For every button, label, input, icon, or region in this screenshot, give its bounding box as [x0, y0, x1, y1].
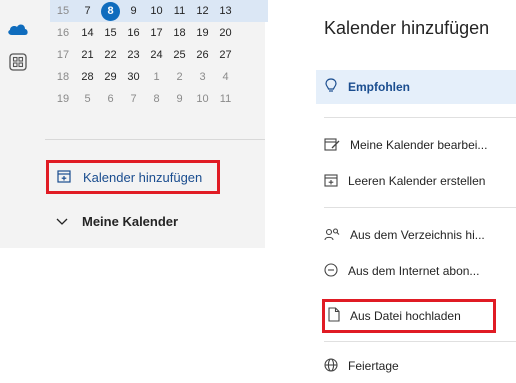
my-calendars-toggle[interactable]: Meine Kalender: [56, 210, 178, 232]
calendar-day[interactable]: 22: [99, 49, 122, 61]
calendar-day[interactable]: 26: [191, 49, 214, 61]
week-number: 16: [56, 27, 70, 39]
calendar-day[interactable]: 3: [191, 71, 214, 83]
calendar-week-row: 18 28 29 30 1 2 3 4: [50, 66, 268, 88]
nav-item-create-blank-calendar[interactable]: Leeren Kalender erstellen: [324, 164, 516, 198]
calendar-add-icon: [57, 169, 71, 186]
calendar-day[interactable]: 7: [122, 93, 145, 105]
calendar-day[interactable]: 21: [76, 49, 99, 61]
globe-icon: [324, 357, 338, 375]
calendar-day[interactable]: 28: [76, 71, 99, 83]
nav-item-subscribe-from-web[interactable]: Aus dem Internet abon...: [324, 254, 516, 288]
divider: [324, 117, 516, 118]
calendar-day[interactable]: 5: [76, 93, 99, 105]
lightbulb-icon: [324, 77, 338, 97]
calendar-day[interactable]: 7: [76, 5, 99, 17]
calendar-add-icon: [324, 173, 338, 190]
calendar-day[interactable]: 6: [99, 93, 122, 105]
calendar-day[interactable]: 10: [191, 93, 214, 105]
calendar-day[interactable]: 25: [168, 49, 191, 61]
apps-icon[interactable]: [9, 53, 27, 76]
calendar-week-row: 19 5 6 7 8 9 10 11: [50, 88, 268, 110]
divider: [324, 207, 516, 208]
calendar-day[interactable]: 24: [145, 49, 168, 61]
chevron-down-icon: [56, 214, 68, 229]
document-icon: [328, 307, 340, 325]
calendar-navigation-pane: 15 7 8 9 10 11 12 13 16 14 15 16 17 18 1…: [0, 0, 268, 248]
nav-item-holidays[interactable]: Feiertage: [324, 349, 516, 383]
calendar-day[interactable]: 11: [214, 93, 237, 105]
calendar-day-today[interactable]: 8: [99, 1, 122, 21]
my-calendars-label: Meine Kalender: [82, 213, 179, 229]
calendar-day[interactable]: 27: [214, 49, 237, 61]
calendar-day[interactable]: 20: [214, 27, 237, 39]
nav-item-from-directory[interactable]: Aus dem Verzeichnis hi...: [324, 218, 516, 252]
add-calendar-label: Kalender hinzufügen: [83, 169, 203, 185]
calendar-day[interactable]: 4: [214, 71, 237, 83]
calendar-day[interactable]: 2: [168, 71, 191, 83]
calendar-day[interactable]: 10: [145, 5, 168, 17]
edit-calendar-icon: [324, 137, 340, 154]
calendar-day[interactable]: 9: [168, 93, 191, 105]
divider: [324, 341, 516, 342]
week-number: 17: [56, 49, 70, 61]
calendar-day[interactable]: 15: [99, 27, 122, 39]
calendar-day[interactable]: 30: [122, 71, 145, 83]
nav-item-label: Aus dem Verzeichnis hi...: [350, 228, 485, 242]
nav-item-label: Aus Datei hochladen: [350, 309, 461, 323]
people-search-icon: [324, 227, 340, 244]
calendar-day[interactable]: 19: [191, 27, 214, 39]
calendar-day[interactable]: 29: [99, 71, 122, 83]
mini-calendar: 15 7 8 9 10 11 12 13 16 14 15 16 17 18 1…: [50, 0, 268, 110]
calendar-day[interactable]: 16: [122, 27, 145, 39]
divider: [45, 139, 265, 140]
calendar-day[interactable]: 13: [214, 5, 237, 17]
nav-item-label: Feiertage: [348, 359, 399, 373]
nav-item-label: Leeren Kalender erstellen: [348, 174, 486, 188]
week-number: 15: [56, 5, 70, 17]
onedrive-cloud-icon[interactable]: [7, 22, 29, 41]
calendar-day[interactable]: 14: [76, 27, 99, 39]
week-number: 18: [56, 71, 70, 83]
calendar-day[interactable]: 8: [145, 93, 168, 105]
calendar-day[interactable]: 23: [122, 49, 145, 61]
nav-item-upload-from-file[interactable]: Aus Datei hochladen: [322, 299, 496, 333]
nav-item-label: Aus dem Internet abon...: [348, 264, 480, 278]
calendar-day[interactable]: 11: [168, 5, 191, 17]
globe-link-icon: [324, 262, 338, 280]
add-calendar-button[interactable]: Kalender hinzufügen: [46, 160, 220, 194]
week-number: 19: [56, 93, 70, 105]
calendar-week-row: 17 21 22 23 24 25 26 27: [50, 44, 268, 66]
nav-item-label: Empfohlen: [348, 80, 410, 94]
nav-item-label: Meine Kalender bearbei...: [350, 138, 488, 152]
calendar-week-row: 16 14 15 16 17 18 19 20: [50, 22, 268, 44]
calendar-week-row: 15 7 8 9 10 11 12 13: [50, 0, 268, 22]
calendar-day[interactable]: 9: [122, 5, 145, 17]
calendar-day[interactable]: 18: [168, 27, 191, 39]
add-calendar-dialog: Kalender hinzufügen Empfohlen Meine Kale…: [316, 0, 516, 383]
calendar-day[interactable]: 12: [191, 5, 214, 17]
app-rail: [0, 0, 36, 248]
calendar-day[interactable]: 17: [145, 27, 168, 39]
nav-item-recommended[interactable]: Empfohlen: [316, 70, 516, 104]
calendar-day[interactable]: 1: [145, 71, 168, 83]
nav-item-edit-calendars[interactable]: Meine Kalender bearbei...: [324, 128, 516, 162]
dialog-title: Kalender hinzufügen: [324, 18, 490, 38]
